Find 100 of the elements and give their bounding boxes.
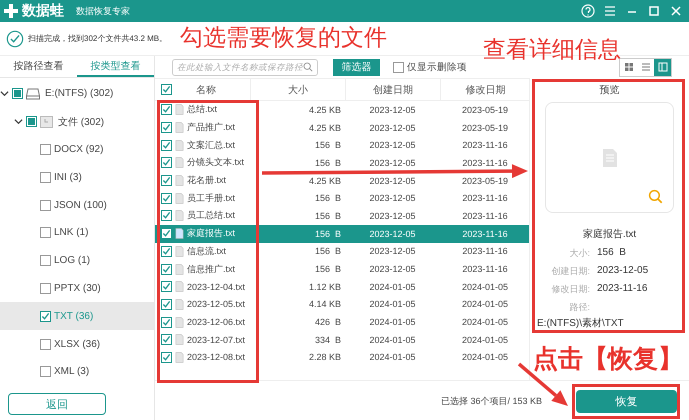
file-icon <box>175 334 184 346</box>
file-row[interactable]: 信息流.txt 156 B 2023-12-05 2023-11-16 <box>155 242 529 260</box>
file-row[interactable]: 家庭报告.txt 156 B 2023-12-05 2023-11-16 <box>155 224 529 242</box>
column-header: 名称 <box>196 84 216 96</box>
checkbox[interactable] <box>26 116 37 128</box>
checkbox[interactable] <box>40 227 51 238</box>
tree-label: 文件 (302) <box>58 116 104 129</box>
checkbox[interactable] <box>161 157 172 168</box>
file-row[interactable]: 2023-12-04.txt 1.12 KB 2024-01-05 2024-01-05 <box>155 278 529 296</box>
file-row[interactable]: 产品推广.txt 4.25 KB 2023-12-05 2023-05-19 <box>155 118 529 136</box>
file-row[interactable]: 2023-12-08.txt 2.28 KB 2024-01-05 2024-01-05 <box>155 348 529 366</box>
modified-date: 2023-11-16 <box>461 210 509 221</box>
list-icon <box>640 62 650 72</box>
tree-item[interactable]: LOG (1) <box>0 246 154 275</box>
checkbox[interactable] <box>40 338 51 350</box>
file-row[interactable]: 花名册.txt 4.25 KB 2023-12-05 2023-05-19 <box>155 172 529 190</box>
detail-label: 路径: <box>568 301 590 314</box>
checkbox[interactable] <box>161 228 172 240</box>
help-icon[interactable] <box>581 4 595 18</box>
tree-item[interactable]: INI (3) <box>0 163 154 192</box>
detail-label: 大小: <box>568 247 590 260</box>
tree-item[interactable]: LNK (1) <box>0 218 154 247</box>
checkbox[interactable] <box>161 264 172 275</box>
back-button[interactable]: 返回 <box>8 393 106 415</box>
checkbox[interactable] <box>40 144 51 155</box>
view-tab[interactable]: 按类型查看 <box>77 56 154 77</box>
detail-value: 156 B <box>597 247 627 260</box>
checkbox[interactable] <box>40 282 51 294</box>
file-name: 2023-12-05.txt <box>187 299 246 310</box>
file-name: 总结.txt <box>187 103 218 116</box>
created-date: 2024-01-05 <box>368 282 417 292</box>
file-row[interactable]: 分镜头文本.txt 156 B 2023-12-05 2023-11-16 <box>155 154 529 172</box>
file-icon <box>175 264 184 275</box>
file-icon <box>175 352 184 363</box>
tree-item[interactable]: PPTX (30) <box>0 274 154 302</box>
annotation-text: 点击【恢复】 <box>533 347 683 372</box>
modified-date: 2023-11-16 <box>461 193 509 204</box>
select-all-checkbox[interactable] <box>161 84 172 95</box>
file-size: 4.25 KB <box>308 122 342 133</box>
chevron-icon[interactable] <box>0 89 9 98</box>
view-mode-button[interactable] <box>654 58 671 76</box>
checkbox[interactable] <box>161 352 172 363</box>
filter-button[interactable]: 筛选器 <box>333 58 380 76</box>
checkbox[interactable] <box>40 255 51 266</box>
checkbox[interactable] <box>161 104 172 116</box>
created-date: 2023-12-05 <box>368 122 417 133</box>
zoom-icon[interactable] <box>648 189 663 204</box>
checkbox[interactable] <box>161 246 172 257</box>
file-icon <box>175 298 184 310</box>
checkbox[interactable] <box>161 192 172 204</box>
file-icon <box>175 140 184 151</box>
file-name: 花名册.txt <box>187 174 226 188</box>
menu-icon[interactable] <box>603 4 617 18</box>
file-row[interactable]: 2023-12-07.txt 334 B 2024-01-05 2024-01-05 <box>155 330 529 349</box>
checkbox[interactable] <box>161 140 172 151</box>
file-row[interactable]: 文案汇总.txt 156 B 2023-12-05 2023-11-16 <box>155 136 529 154</box>
tree-item[interactable]: XML (3) <box>0 358 154 386</box>
modified-date: 2023-11-16 <box>461 158 509 168</box>
close-icon[interactable] <box>669 4 683 18</box>
file-row[interactable]: 信息推广.txt 156 B 2023-12-05 2023-11-16 <box>155 260 529 278</box>
file-name: 员工总结.txt <box>187 209 236 222</box>
detail-view-icon <box>658 62 668 72</box>
checkbox[interactable] <box>161 122 172 134</box>
checkbox[interactable] <box>161 298 172 310</box>
tree-item[interactable]: XLSX (36) <box>0 330 154 358</box>
maximize-icon[interactable] <box>647 4 661 18</box>
app-subtitle: 数据恢复专家 <box>76 4 130 18</box>
file-row[interactable]: 员工手册.txt 156 B 2023-12-05 2023-11-16 <box>155 189 529 208</box>
modified-date: 2023-05-19 <box>460 176 510 186</box>
checkbox[interactable] <box>12 88 23 100</box>
checkbox[interactable] <box>40 172 51 183</box>
checkbox[interactable] <box>40 366 51 378</box>
file-size: 156 B <box>314 158 342 168</box>
modified-date: 2024-01-05 <box>460 352 510 362</box>
tree-item[interactable]: 文件 (302) <box>0 108 154 136</box>
file-size: 334 B <box>314 334 342 345</box>
tree-item[interactable]: JSON (100) <box>0 191 154 219</box>
checkbox[interactable] <box>161 175 172 186</box>
tree-label: XML (3) <box>54 366 90 378</box>
chevron-icon[interactable] <box>14 117 23 126</box>
recover-button[interactable]: 恢复 <box>576 390 677 412</box>
checkbox[interactable] <box>161 210 172 222</box>
file-row[interactable]: 2023-12-05.txt 4.14 KB 2024-01-05 2024-01-05 <box>155 296 529 314</box>
detail-value: 2023-11-16 <box>597 283 648 296</box>
column-header: 修改日期 <box>466 84 506 96</box>
file-row[interactable]: 总结.txt 4.25 KB 2023-12-05 2023-05-19 <box>155 101 529 119</box>
file-row[interactable]: 员工总结.txt 156 B 2023-12-05 2023-11-16 <box>155 207 529 225</box>
file-icon <box>175 122 184 134</box>
file-row[interactable]: 2023-12-06.txt 426 B 2024-01-05 2024-01-05 <box>155 313 529 331</box>
file-name: 2023-12-07.txt <box>187 334 246 345</box>
checkbox[interactable] <box>393 62 404 72</box>
checkbox[interactable] <box>161 281 172 292</box>
view-tab[interactable]: 按路径查看 <box>0 56 77 77</box>
tree-item[interactable]: DOCX (92) <box>0 136 154 164</box>
checkbox[interactable] <box>161 316 172 328</box>
checkbox[interactable] <box>40 310 51 322</box>
file-name: 2023-12-06.txt <box>187 317 246 328</box>
checkbox[interactable] <box>40 200 51 211</box>
checkbox[interactable] <box>161 334 172 346</box>
tree-item[interactable]: E:(NTFS) (302) <box>0 80 154 108</box>
